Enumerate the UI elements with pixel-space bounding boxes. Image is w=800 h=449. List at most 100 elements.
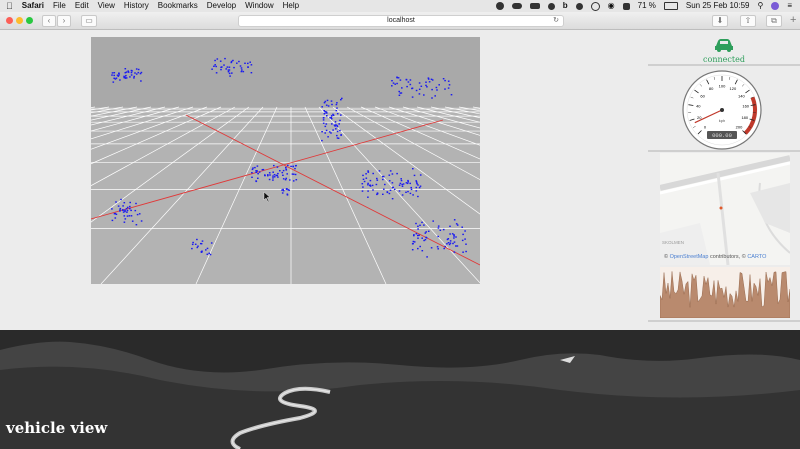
lidar-point: [388, 192, 391, 195]
carto-link[interactable]: CARTO: [747, 254, 766, 260]
docker-icon[interactable]: [529, 3, 540, 9]
lidar-point: [428, 81, 431, 83]
lidar-point: [135, 68, 138, 70]
siri-icon[interactable]: [771, 2, 780, 10]
lidar-point: [449, 240, 452, 242]
lidar-point: [369, 179, 372, 182]
rocket-icon[interactable]: [575, 2, 583, 10]
wifi-icon[interactable]: ◉: [608, 0, 615, 12]
lidar-point: [292, 173, 295, 175]
menu-file[interactable]: File: [53, 0, 66, 12]
lidar-point: [277, 172, 279, 175]
lidar-point: [407, 179, 409, 182]
lidar-point: [219, 60, 222, 62]
lidar-point: [402, 183, 405, 185]
window-close-button[interactable]: [6, 17, 13, 24]
menu-view[interactable]: View: [98, 0, 115, 12]
lidar-point: [325, 123, 328, 125]
gauge-tick-label: 160: [742, 104, 749, 109]
forward-button[interactable]: ›: [57, 15, 71, 27]
share-button[interactable]: ⇧: [740, 15, 756, 27]
lidar-point: [363, 180, 366, 183]
lidar-point: [242, 70, 245, 73]
lidar-point: [126, 206, 129, 209]
lidar-point: [448, 243, 451, 246]
volume-icon[interactable]: [622, 2, 630, 10]
back-button[interactable]: ‹: [42, 15, 56, 27]
lidar-point: [324, 100, 327, 103]
gauge-tick-label: 120: [730, 86, 737, 91]
lidar-point: [286, 188, 288, 190]
address-bar[interactable]: localhost ↻: [238, 15, 564, 27]
lidar-point: [413, 234, 415, 236]
menu-history[interactable]: History: [124, 0, 149, 12]
lidar-point: [415, 233, 418, 235]
lidar-point: [462, 251, 464, 253]
lidar-point: [119, 79, 121, 81]
menu-develop[interactable]: Develop: [207, 0, 236, 12]
downloads-button[interactable]: ⬇: [712, 15, 728, 27]
lidar-point: [131, 220, 134, 222]
lidar-point: [321, 131, 323, 133]
lidar-point: [361, 190, 364, 192]
osm-link[interactable]: OpenStreetMap: [670, 254, 709, 260]
lidar-canvas[interactable]: [91, 37, 480, 284]
lidar-point: [124, 218, 127, 220]
notification-center-icon[interactable]: ≡: [787, 0, 792, 12]
status-app-icon[interactable]: [495, 2, 504, 10]
lidar-point: [282, 169, 285, 172]
lidar-point: [423, 94, 425, 96]
lidar-point: [247, 62, 249, 65]
apple-icon[interactable]: : [6, 0, 13, 12]
window-zoom-button[interactable]: [26, 17, 33, 24]
lidar-point: [115, 213, 118, 215]
menu-window[interactable]: Window: [245, 0, 273, 12]
clock-datetime[interactable]: Sun 25 Feb 10:59: [686, 0, 750, 12]
lidar-point: [409, 79, 412, 81]
lidar-point: [376, 179, 379, 181]
lidar-3d-view[interactable]: [91, 37, 480, 284]
lidar-point: [336, 130, 339, 133]
lidar-point: [287, 164, 289, 167]
spotlight-icon[interactable]: ⚲: [757, 0, 763, 12]
lidar-point: [119, 209, 121, 211]
b-icon[interactable]: b: [563, 0, 568, 12]
clock-icon[interactable]: [590, 1, 600, 11]
lidar-point: [117, 75, 120, 77]
lidar-point: [382, 175, 385, 178]
lidar-point: [209, 253, 212, 256]
lidar-point: [336, 102, 338, 104]
lidar-point: [126, 211, 128, 213]
lidar-point: [333, 124, 336, 126]
lidar-point: [258, 171, 261, 173]
menu-app-safari[interactable]: Safari: [22, 0, 44, 12]
lidar-point: [400, 179, 403, 182]
lidar-point: [331, 123, 333, 125]
cloud-icon[interactable]: [511, 3, 522, 9]
menu-edit[interactable]: Edit: [75, 0, 89, 12]
sidebar-toggle-button[interactable]: ▭: [81, 15, 97, 27]
dropbox-icon[interactable]: [547, 2, 555, 10]
lidar-point: [412, 168, 414, 170]
menu-help[interactable]: Help: [283, 0, 299, 12]
lidar-point: [417, 237, 419, 239]
lidar-point: [233, 66, 235, 69]
lidar-point: [431, 88, 433, 91]
map-view[interactable]: SKOLMEN: [660, 153, 790, 265]
lidar-point: [362, 174, 364, 177]
lidar-point: [138, 213, 141, 215]
lidar-point: [449, 225, 451, 227]
new-tab-button[interactable]: +: [790, 14, 796, 26]
lidar-point: [339, 129, 341, 132]
lidar-point: [417, 184, 419, 186]
lidar-point: [399, 79, 402, 81]
lidar-point: [210, 242, 213, 244]
gauge-unit: kph: [719, 118, 725, 123]
lidar-point: [399, 92, 402, 94]
tabs-overview-button[interactable]: ⧉: [766, 15, 782, 27]
battery-icon[interactable]: [663, 2, 678, 10]
menu-bookmarks[interactable]: Bookmarks: [158, 0, 198, 12]
window-minimize-button[interactable]: [16, 17, 23, 24]
map-attribution: © OpenStreetMap contributors, © CARTO: [664, 254, 767, 260]
reload-icon[interactable]: ↻: [553, 16, 559, 26]
